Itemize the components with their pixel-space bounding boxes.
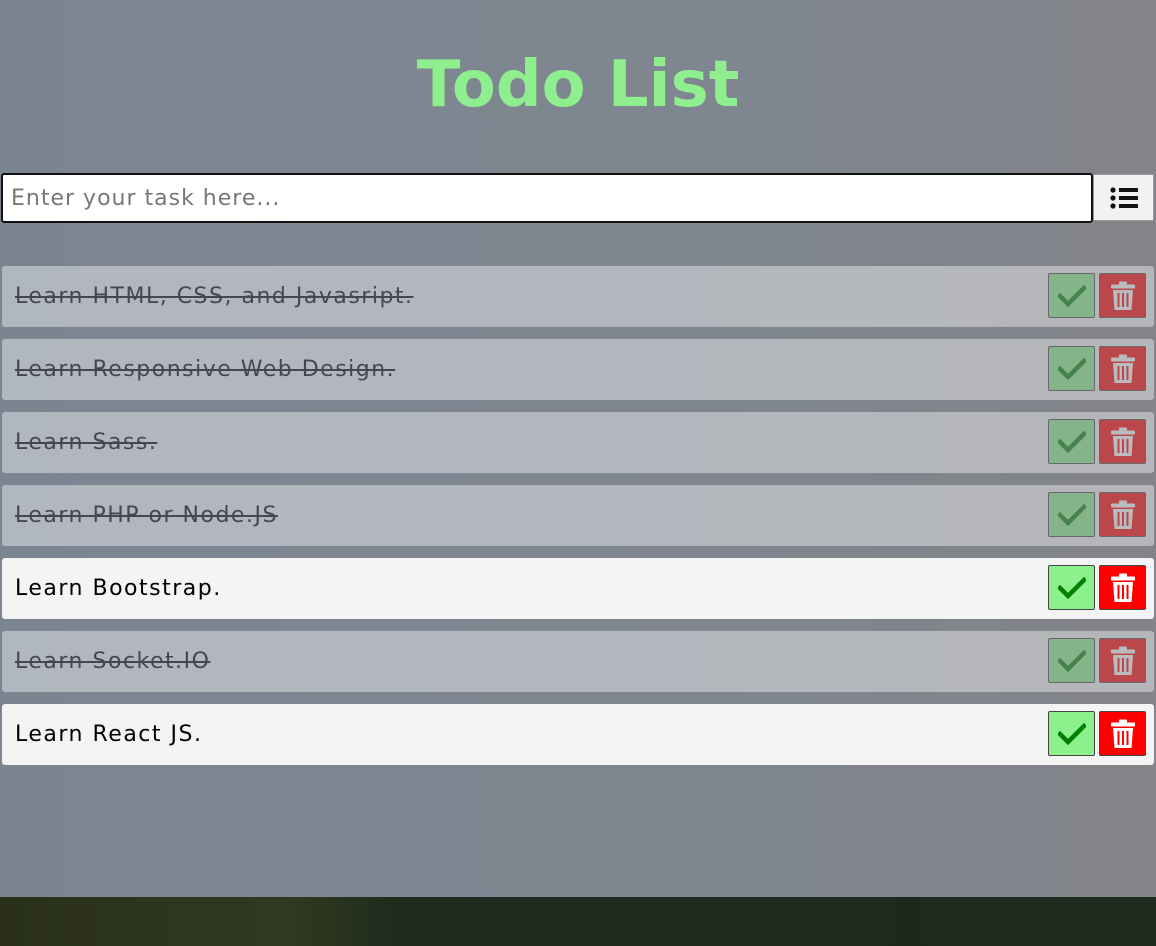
task-form <box>1 173 1155 223</box>
page-title: Todo List <box>416 48 740 122</box>
todo-item: Learn Sass. <box>2 412 1154 473</box>
complete-button[interactable] <box>1048 419 1095 464</box>
todo-text: Learn Responsive Web Design. <box>15 357 396 382</box>
complete-button[interactable] <box>1048 492 1095 537</box>
trash-icon <box>1110 281 1135 311</box>
trash-icon <box>1110 573 1135 603</box>
todo-text: Learn Sass. <box>15 430 158 455</box>
complete-button[interactable] <box>1048 638 1095 683</box>
add-task-button[interactable] <box>1093 174 1154 221</box>
complete-button[interactable] <box>1048 565 1095 610</box>
trash-icon <box>1110 354 1135 384</box>
delete-button[interactable] <box>1099 711 1146 756</box>
delete-button[interactable] <box>1099 638 1146 683</box>
checkmark-icon <box>1057 649 1086 672</box>
todo-item: Learn Bootstrap. <box>2 558 1154 619</box>
task-input[interactable] <box>1 173 1093 223</box>
trash-icon <box>1110 646 1135 676</box>
complete-button[interactable] <box>1048 711 1095 756</box>
trash-icon <box>1110 719 1135 749</box>
delete-button[interactable] <box>1099 565 1146 610</box>
todo-item: Learn React JS. <box>2 704 1154 765</box>
trash-icon <box>1110 427 1135 457</box>
checkmark-icon <box>1057 722 1086 745</box>
todo-text: Learn Socket.IO <box>15 649 211 674</box>
checkmark-icon <box>1057 284 1086 307</box>
todo-text: Learn Bootstrap. <box>15 576 222 601</box>
delete-button[interactable] <box>1099 419 1146 464</box>
delete-button[interactable] <box>1099 492 1146 537</box>
background-strip <box>0 897 1156 946</box>
todo-item: Learn PHP or Node.JS <box>2 485 1154 546</box>
checkmark-icon <box>1057 503 1086 526</box>
delete-button[interactable] <box>1099 346 1146 391</box>
todo-text: Learn React JS. <box>15 722 203 747</box>
todo-text: Learn HTML, CSS, and Javasript. <box>15 284 414 309</box>
delete-button[interactable] <box>1099 273 1146 318</box>
todo-item: Learn HTML, CSS, and Javasript. <box>2 266 1154 327</box>
todo-item: Learn Responsive Web Design. <box>2 339 1154 400</box>
checkmark-icon <box>1057 357 1086 380</box>
complete-button[interactable] <box>1048 346 1095 391</box>
todo-list: Learn HTML, CSS, and Javasript. Learn Re… <box>2 266 1154 777</box>
trash-icon <box>1110 500 1135 530</box>
complete-button[interactable] <box>1048 273 1095 318</box>
checkmark-icon <box>1057 576 1086 599</box>
todo-text: Learn PHP or Node.JS <box>15 503 278 528</box>
checkmark-icon <box>1057 430 1086 453</box>
list-icon <box>1109 186 1138 210</box>
todo-item: Learn Socket.IO <box>2 631 1154 692</box>
